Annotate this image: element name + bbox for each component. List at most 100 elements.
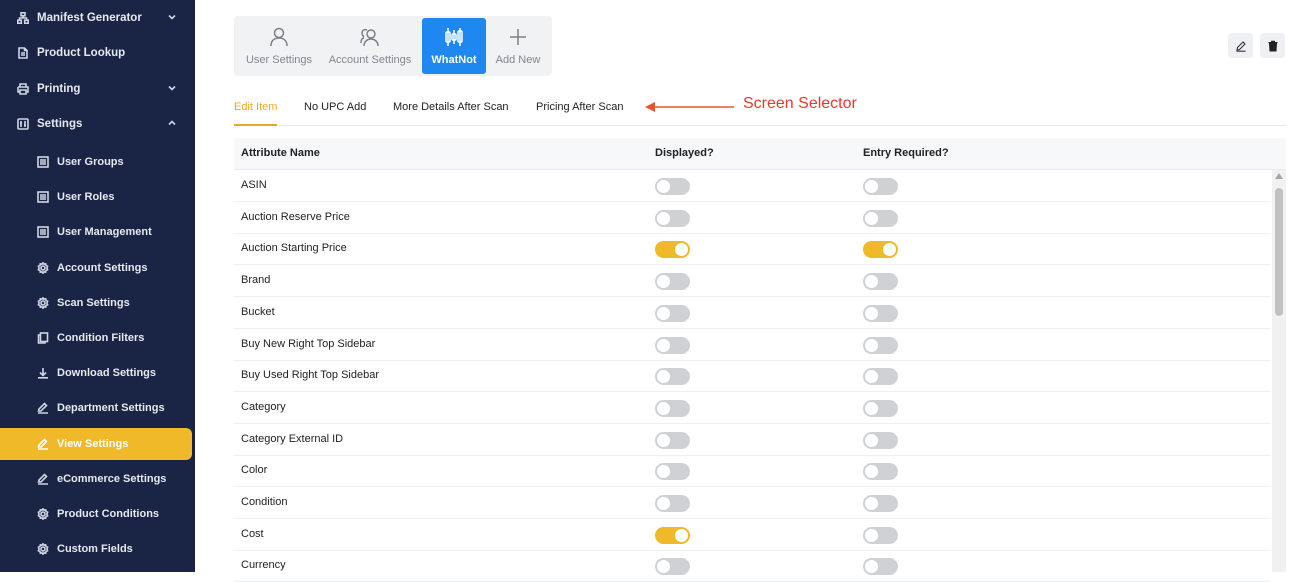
displayed-toggle[interactable] [655,273,690,291]
entry-required-toggle[interactable] [863,241,898,259]
displayed-toggle[interactable] [655,241,690,259]
table-row: Brand [234,265,1270,298]
table-row: Condition [234,487,1270,519]
toggle-knob [865,370,878,384]
table-scrollbar[interactable] [1272,170,1286,572]
sidebar-item-view-settings[interactable]: View Settings [0,427,192,460]
sidebar-item-label: User Groups [57,156,124,168]
displayed-toggle[interactable] [655,368,690,386]
download-icon [36,366,50,380]
nav-item-product-lookup[interactable]: Product Lookup [0,37,195,69]
sidebar-item-label: Product Conditions [57,508,160,520]
nav-item-settings[interactable]: Settings [0,108,195,140]
entry-required-toggle[interactable] [863,304,898,322]
header-displayed: Displayed? [655,147,714,159]
scroll-thumb[interactable] [1275,188,1283,316]
displayed-toggle[interactable] [655,178,690,195]
sidebar-item-label: User Management [57,226,152,239]
entry-required-toggle[interactable] [863,209,898,227]
sidebar-item-product-conditions[interactable]: Product Conditions [0,498,195,530]
settings-panel-icon [16,117,30,131]
entry-required-toggle[interactable] [863,495,898,512]
entry-required-toggle[interactable] [863,526,898,544]
gear-icon [36,296,50,310]
tool-label: Add New [495,54,541,66]
sidebar-item-ecommerce-settings[interactable]: eCommerce Settings [0,463,195,495]
toggle-knob [657,560,670,574]
displayed-toggle[interactable] [655,304,690,322]
annotation-label: Screen Selector [743,95,857,112]
tool-whatnot[interactable]: WhatNot [422,18,486,74]
chevron-down-icon [167,83,177,93]
toggle-knob [865,497,878,510]
toggle-knob [865,528,878,542]
sidebar-item-department-settings[interactable]: Department Settings [0,392,195,424]
attribute-name: Condition [241,496,288,508]
copy-icon [36,331,50,345]
displayed-toggle[interactable] [655,209,690,227]
tab-no-upc-add[interactable]: No UPC Add [304,96,366,126]
table-row: Auction Reserve Price [234,202,1270,234]
tool-label: Account Settings [328,54,412,66]
tool-user-settings[interactable]: User Settings [240,18,318,74]
sidebar-item-user-groups[interactable]: User Groups [0,146,195,178]
scroll-up-arrow[interactable] [1275,173,1283,179]
displayed-toggle[interactable] [655,336,690,354]
attribute-name: ASIN [241,179,267,191]
toggle-knob [865,275,878,289]
tool-account-settings[interactable]: Account Settings [324,18,416,74]
tab-pricing-after-scan[interactable]: Pricing After Scan [536,96,623,126]
tool-label: User Settings [245,54,313,66]
sidebar-item-download-settings[interactable]: Download Settings [0,357,195,389]
attribute-name: Category [241,400,286,413]
displayed-toggle[interactable] [655,399,690,417]
entry-required-toggle[interactable] [863,431,898,449]
displayed-toggle[interactable] [655,558,690,576]
sidebar-item-scan-settings[interactable]: Scan Settings [0,287,195,319]
entry-required-toggle[interactable] [863,399,898,417]
toggle-knob [657,275,670,289]
sitemap-icon [16,11,30,25]
tab-edit-item[interactable]: Edit Item [234,96,278,126]
pencil-icon [36,472,50,486]
entry-required-toggle[interactable] [863,336,898,354]
toggle-knob [865,433,878,447]
settings-toolbar: User Settings Account Settings WhatNot Add … [234,16,552,76]
edit-button[interactable] [1228,33,1253,58]
nav-item-label: Product Lookup [37,47,126,59]
attribute-name: Color [241,464,268,477]
toggle-knob [865,465,878,479]
sidebar-item-label: User Roles [57,191,115,204]
sidebar-item-label: Department Settings [57,402,165,415]
user-icon [268,26,290,48]
displayed-toggle[interactable] [655,463,690,481]
sidebar-item-custom-fields[interactable]: Custom Fields [0,533,195,565]
entry-required-toggle[interactable] [863,273,898,291]
entry-required-toggle[interactable] [863,558,898,576]
sidebar-item-label: Account Settings [57,261,148,274]
entry-required-toggle[interactable] [863,463,898,481]
entry-required-toggle[interactable] [863,178,898,195]
tab-more-details-after-scan[interactable]: More Details After Scan [393,96,509,126]
sidebar-item-account-settings[interactable]: Account Settings [0,252,195,284]
attribute-name: Cost [241,527,264,540]
sidebar-item-user-management[interactable]: User Management [0,216,195,248]
attribute-name: Auction Starting Price [241,242,347,255]
nav-item-manifest-generator[interactable]: Manifest Generator [0,2,195,34]
displayed-toggle[interactable] [655,526,690,544]
sidebar-item-label: Download Settings [57,367,156,380]
gear-icon [36,261,50,275]
plus-icon [507,26,529,48]
sidebar-item-label: Scan Settings [57,296,130,309]
tool-add-new[interactable]: Add New [488,18,548,74]
toggle-knob [865,401,878,415]
list-icon [36,190,50,204]
sidebar-item-user-roles[interactable]: User Roles [0,181,195,213]
sidebar-item-condition-filters[interactable]: Condition Filters [0,322,195,354]
displayed-toggle[interactable] [655,495,690,512]
nav-item-printing[interactable]: Printing [0,73,195,105]
toggle-knob [675,528,688,542]
displayed-toggle[interactable] [655,431,690,449]
delete-button[interactable] [1260,33,1285,58]
entry-required-toggle[interactable] [863,368,898,386]
